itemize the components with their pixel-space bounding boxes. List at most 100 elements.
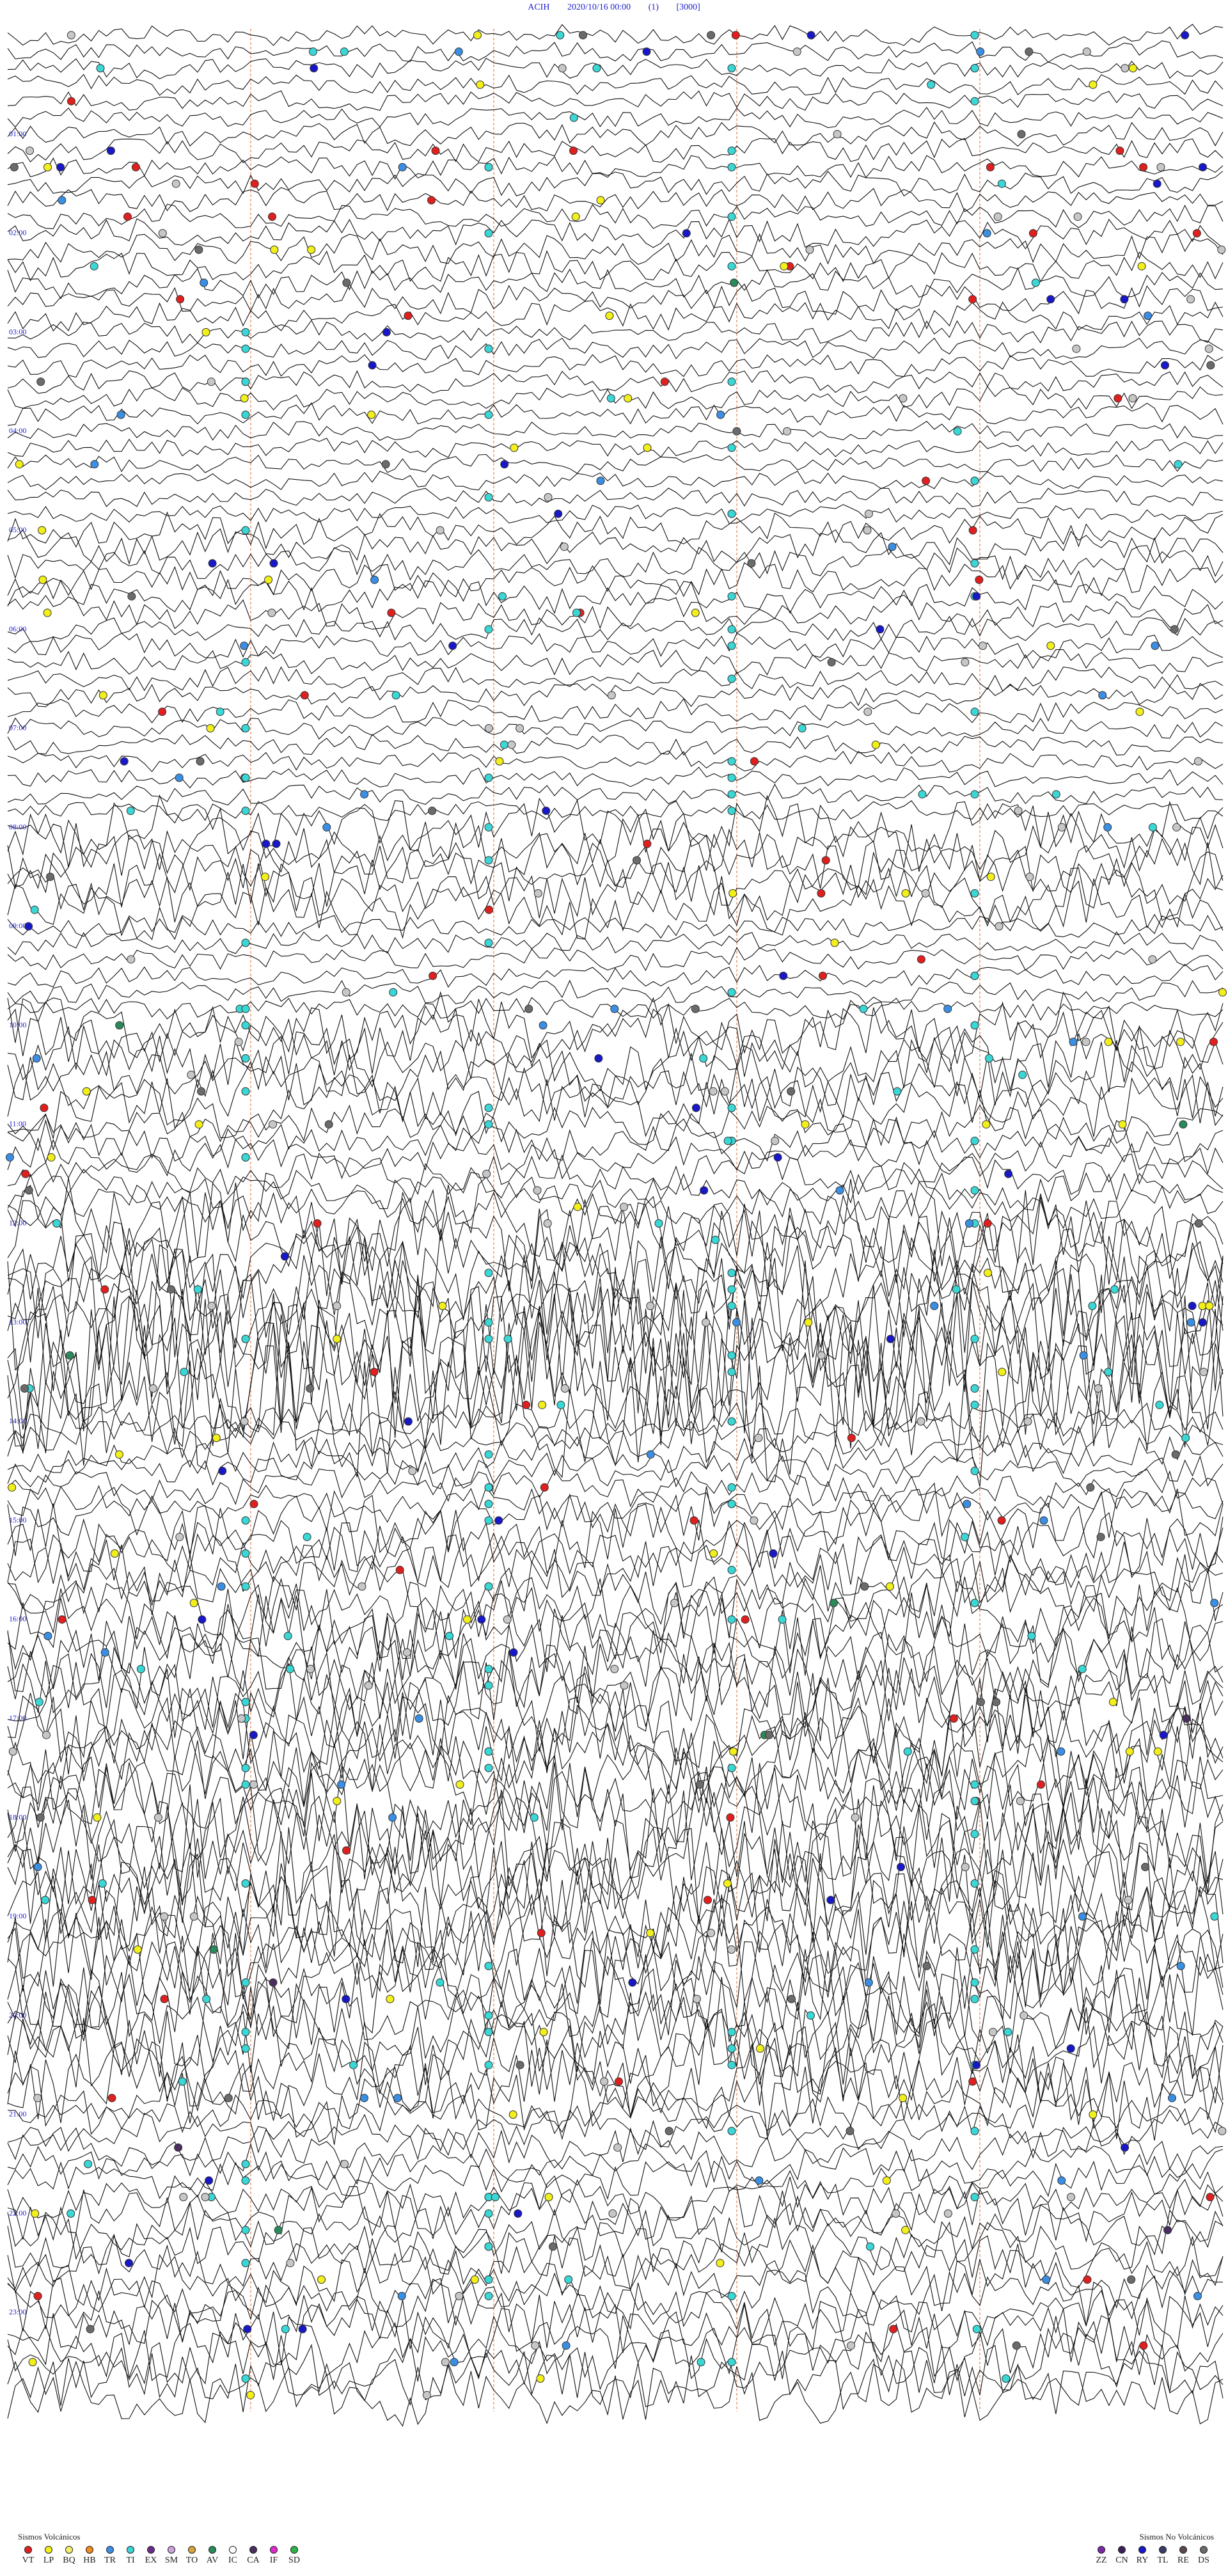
- event-marker-ti: [727, 988, 736, 997]
- legend-item-hb: HB: [79, 2546, 100, 2566]
- legend-code: AV: [206, 2556, 219, 2565]
- legend-code: LP: [43, 2556, 54, 2565]
- event-marker-lp: [98, 691, 107, 700]
- event-marker-ds: [695, 1780, 704, 1789]
- event-marker-ry: [382, 328, 391, 336]
- event-marker-lp: [998, 1368, 1007, 1377]
- event-marker-ic: [560, 1384, 569, 1393]
- event-marker-ds: [224, 2094, 233, 2103]
- event-marker-lp: [463, 1615, 471, 1624]
- event-marker-av: [830, 1599, 838, 1608]
- event-marker-vt: [313, 1219, 322, 1228]
- legend-dot: [65, 2546, 73, 2554]
- event-marker-lp: [801, 1120, 810, 1129]
- event-marker-lp: [8, 1483, 17, 1492]
- event-marker-ti: [484, 1516, 493, 1525]
- event-marker-ti: [52, 1219, 61, 1228]
- event-marker-ds: [691, 1004, 700, 1013]
- legend-code: CN: [1115, 2556, 1128, 2565]
- event-marker-ic: [201, 2193, 210, 2202]
- event-marker-lp: [476, 80, 485, 89]
- legend-dot: [249, 2546, 257, 2554]
- event-marker-ry: [205, 2176, 214, 2185]
- event-marker-tr: [982, 229, 991, 238]
- event-marker-ti: [970, 1137, 979, 1145]
- event-marker-ti: [997, 179, 1006, 188]
- event-marker-ry: [769, 1549, 778, 1558]
- event-marker-ic: [249, 1780, 258, 1789]
- legend-item-tr: TR: [100, 2546, 120, 2566]
- event-marker-ti: [970, 1797, 979, 1805]
- non-volcanic-legend-title: Sismos No Volcánicos: [1139, 2532, 1214, 2541]
- event-marker-tr: [1079, 1351, 1088, 1360]
- event-marker-ry: [218, 1467, 227, 1475]
- event-marker-ti: [1051, 790, 1060, 799]
- event-marker-ic: [544, 493, 553, 502]
- hour-label: 07:00: [9, 723, 26, 732]
- event-marker-ti: [90, 262, 98, 271]
- event-marker-lp: [386, 1995, 395, 2003]
- event-marker-ds: [579, 31, 587, 40]
- event-marker-ti: [241, 1087, 250, 1096]
- event-marker-ic: [995, 922, 1004, 931]
- event-marker-ic: [805, 245, 814, 254]
- event-marker-tr: [116, 410, 125, 419]
- hour-label: 18:00: [9, 1812, 26, 1821]
- event-marker-ti: [727, 1764, 736, 1773]
- event-marker-lp: [756, 2044, 764, 2053]
- event-marker-ti: [241, 2044, 250, 2053]
- event-marker-lp: [573, 1203, 582, 1212]
- event-marker-ti: [241, 773, 250, 782]
- event-marker-ic: [1124, 1895, 1133, 1904]
- event-marker-vt: [949, 1714, 958, 1723]
- event-marker-ti: [970, 1829, 979, 1838]
- hour-label: 12:00: [9, 1219, 26, 1228]
- legend-item-zz: ZZ: [1091, 2546, 1112, 2566]
- event-marker-ry: [1004, 1169, 1013, 1178]
- event-marker-ti: [484, 1450, 493, 1459]
- event-marker-ti: [859, 1004, 868, 1013]
- legend-code: VT: [22, 2556, 35, 2565]
- legend-item-tl: TL: [1153, 2546, 1173, 2566]
- event-marker-tr: [1186, 1318, 1195, 1327]
- event-marker-ds: [1096, 1533, 1105, 1542]
- event-marker-ti: [241, 2028, 250, 2037]
- event-marker-vt: [123, 212, 132, 221]
- event-marker-ic: [917, 1417, 925, 1426]
- event-marker-tr: [963, 1499, 972, 1508]
- event-marker-ry: [1120, 295, 1129, 304]
- event-marker-ti: [241, 1780, 250, 1789]
- event-marker-vt: [569, 146, 578, 155]
- event-marker-ry: [682, 229, 691, 238]
- legend-dot: [24, 2546, 32, 2554]
- event-marker-lp: [28, 2358, 37, 2367]
- event-marker-ti: [484, 2011, 493, 2020]
- event-marker-vt: [431, 146, 440, 155]
- event-marker-ti: [572, 608, 581, 617]
- event-marker-ic: [1072, 344, 1081, 353]
- event-marker-tr: [1144, 312, 1153, 320]
- event-marker-ic: [1199, 1368, 1208, 1377]
- event-marker-ti: [970, 1780, 979, 1789]
- hour-label: 22:00: [9, 2208, 26, 2217]
- event-marker-ds: [194, 245, 203, 254]
- event-marker-ti: [241, 1153, 250, 1162]
- event-marker-ti: [970, 97, 979, 106]
- legend-dot: [188, 2546, 196, 2554]
- event-marker-ic: [993, 212, 1002, 221]
- event-marker-lp: [882, 2176, 891, 2185]
- event-marker-ti: [727, 2358, 736, 2367]
- event-marker-ry: [310, 64, 319, 73]
- event-marker-lp: [189, 1599, 198, 1608]
- legend-code: TR: [104, 2556, 116, 2565]
- event-marker-ic: [160, 1912, 169, 1921]
- event-marker-ds: [10, 162, 19, 171]
- event-marker-ic: [306, 1664, 315, 1673]
- event-marker-ds: [1194, 1219, 1203, 1228]
- event-marker-tr: [1103, 823, 1112, 832]
- event-marker-ds: [747, 559, 756, 568]
- event-marker-lp: [82, 1087, 91, 1096]
- event-marker-ds: [1025, 47, 1034, 56]
- event-marker-ti: [1148, 823, 1157, 832]
- event-marker-ti: [484, 856, 493, 865]
